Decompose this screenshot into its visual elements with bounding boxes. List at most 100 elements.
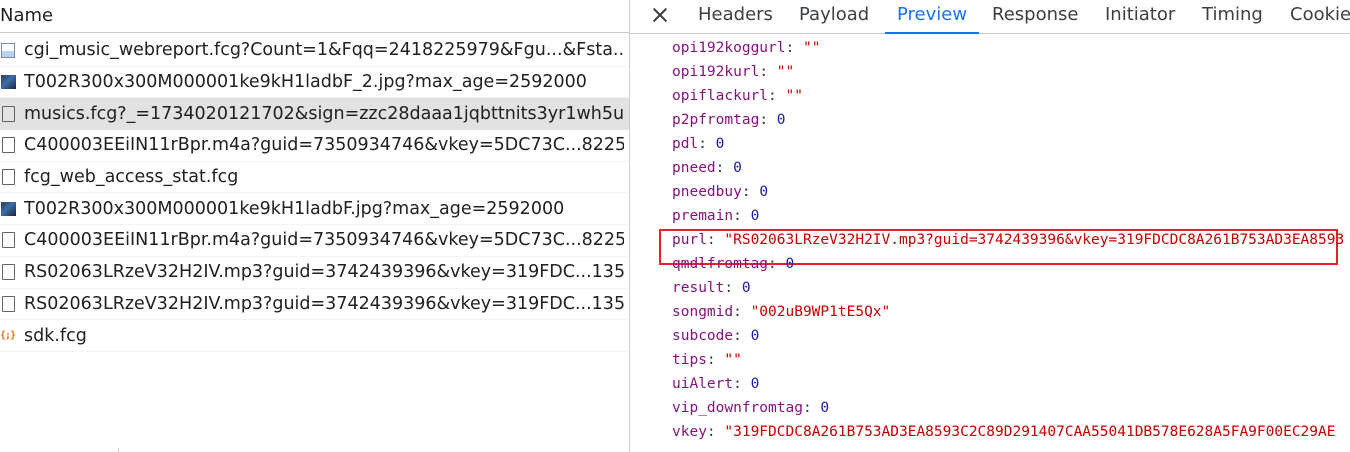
property-key: songmid: [672, 304, 734, 320]
json-property-opi192koggurl[interactable]: opi192koggurl: "": [672, 38, 820, 58]
request-row[interactable]: RS02063LRzeV32H2IV.mp3?guid=3742439396&v…: [0, 257, 629, 289]
request-rows: cgi_music_webreport.fcg?Count=1&Fqq=2418…: [0, 35, 629, 352]
json-property-subcode[interactable]: subcode: 0: [672, 326, 759, 346]
property-value: 0: [741, 280, 751, 296]
name-column-header[interactable]: Name: [0, 0, 629, 33]
request-name: sdk.fcg: [24, 325, 87, 346]
property-value: 0: [750, 376, 760, 392]
json-property-pdl[interactable]: pdl: 0: [672, 134, 724, 154]
property-key: premain: [672, 208, 734, 224]
property-value: 0: [750, 208, 760, 224]
request-row[interactable]: C400003EEiIN11rBpr.m4a?guid=7350934746&v…: [0, 130, 629, 162]
script-icon: {;}: [0, 329, 16, 341]
tab-cookies[interactable]: Cookies: [1290, 0, 1350, 33]
json-property-opiflackurl[interactable]: opiflackurl: "": [672, 86, 803, 106]
property-key: purl: [672, 232, 707, 248]
json-property-opi192kurl[interactable]: opi192kurl: "": [672, 62, 794, 82]
request-row[interactable]: T002R300x300M000001ke9kH1ladbF_2.jpg?max…: [0, 67, 629, 99]
request-detail-pane: Headers Payload Preview Response Initiat…: [630, 0, 1350, 452]
request-name: musics.fcg?_=1734020121702&sign=zzc28daa…: [24, 103, 624, 124]
json-property-songmid[interactable]: songmid: "002uB9WP1tE5Qx": [672, 302, 890, 322]
colon-separator: :: [724, 280, 742, 296]
request-name: RS02063LRzeV32H2IV.mp3?guid=3742439396&v…: [24, 262, 624, 283]
preview-json-tree: opi192koggurl: "" opi192kurl: "" opiflacku…: [630, 36, 1350, 452]
document-icon: [2, 295, 15, 312]
json-property-p2pfromtag[interactable]: p2pfromtag: 0: [672, 110, 786, 130]
property-value: "RS02063LRzeV32H2IV.mp3?guid=3742439396&…: [724, 232, 1345, 248]
request-row[interactable]: fcg_web_access_stat.fcg: [0, 162, 629, 194]
request-name: C400003EEiIN11rBpr.m4a?guid=7350934746&v…: [24, 135, 624, 156]
colon-separator: :: [698, 136, 716, 152]
colon-separator: :: [706, 232, 725, 248]
tab-preview[interactable]: Preview: [884, 0, 980, 34]
property-value: 0: [785, 256, 795, 272]
tab-timing[interactable]: Timing: [1202, 0, 1263, 33]
json-property-result[interactable]: result: 0: [672, 278, 751, 298]
property-value: "": [785, 88, 803, 104]
property-key: vip_downfromtag: [672, 400, 803, 416]
detail-tab-bar: Headers Payload Preview Response Initiat…: [630, 0, 1350, 34]
property-key: pneedbuy: [672, 184, 742, 200]
property-key: result: [672, 280, 725, 296]
property-value: 0: [750, 328, 760, 344]
property-value: 0: [733, 160, 742, 176]
property-key: subcode: [672, 328, 734, 344]
json-property-vkey[interactable]: vkey: "319FDCDC8A261B753AD3EA8593C2C89D2…: [672, 422, 1335, 442]
property-key: uiAlert: [672, 376, 734, 392]
request-name: RS02063LRzeV32H2IV.mp3?guid=3742439396&v…: [24, 293, 624, 314]
request-row[interactable]: C400003EEiIN11rBpr.m4a?guid=7350934746&v…: [0, 225, 629, 257]
colon-separator: :: [715, 160, 734, 176]
colon-separator: :: [768, 256, 786, 272]
request-name: fcg_web_access_stat.fcg: [24, 167, 239, 188]
json-property-qmdlfromtag[interactable]: qmdlfromtag: 0: [672, 254, 794, 274]
colon-separator: :: [768, 88, 786, 104]
tab-headers[interactable]: Headers: [698, 0, 773, 33]
document-icon: [2, 105, 15, 122]
json-property-purl[interactable]: purl: "RS02063LRzeV32H2IV.mp3?guid=37424…: [672, 230, 1344, 250]
request-row[interactable]: musics.fcg?_=1734020121702&sign=zzc28daa…: [0, 98, 629, 131]
image-thumbnail-icon: [1, 201, 16, 216]
request-name: T002R300x300M000001ke9kH1ladbF.jpg?max_a…: [24, 198, 565, 219]
request-row[interactable]: RS02063LRzeV32H2IV.mp3?guid=3742439396&v…: [0, 289, 629, 321]
colon-separator: :: [759, 112, 777, 128]
request-name: cgi_music_webreport.fcg?Count=1&Fqq=2418…: [24, 40, 624, 61]
property-value: "002uB9WP1tE5Qx": [750, 304, 891, 320]
name-column-label: Name: [0, 5, 54, 26]
json-property-pneedbuy[interactable]: pneedbuy: 0: [672, 182, 768, 202]
json-property-tips[interactable]: tips: "": [672, 350, 742, 370]
property-key: p2pfromtag: [672, 112, 760, 128]
document-icon: [2, 137, 15, 154]
property-value: "": [724, 352, 742, 368]
tab-response[interactable]: Response: [992, 0, 1078, 33]
request-row[interactable]: cgi_music_webreport.fcg?Count=1&Fqq=2418…: [0, 35, 629, 67]
property-key: vkey: [672, 424, 707, 440]
colon-separator: :: [706, 352, 725, 368]
property-value: 0: [759, 184, 769, 200]
request-row[interactable]: T002R300x300M000001ke9kH1ladbF.jpg?max_a…: [0, 193, 629, 226]
colon-separator: :: [733, 376, 751, 392]
tab-payload[interactable]: Payload: [799, 0, 869, 33]
image-broken-icon: [1, 42, 15, 58]
property-key: pdl: [672, 136, 699, 152]
close-icon[interactable]: [648, 3, 672, 27]
document-icon: [2, 264, 15, 281]
property-key: tips: [672, 352, 707, 368]
image-thumbnail-icon: [1, 75, 16, 90]
property-value: 0: [776, 112, 786, 128]
colon-separator: :: [785, 40, 803, 56]
tab-initiator[interactable]: Initiator: [1105, 0, 1175, 33]
column-resizer[interactable]: [118, 448, 119, 452]
network-request-list: Name cgi_music_webreport.fcg?Count=1&Fqq…: [0, 0, 629, 452]
json-property-pneed[interactable]: pneed: 0: [672, 158, 742, 178]
json-property-premain[interactable]: premain: 0: [672, 206, 759, 226]
request-row[interactable]: {;} sdk.fcg: [0, 320, 629, 352]
property-key: opi192koggurl: [672, 40, 786, 56]
document-icon: [2, 169, 15, 186]
request-name: T002R300x300M000001ke9kH1ladbF_2.jpg?max…: [24, 72, 587, 93]
json-property-uiAlert[interactable]: uiAlert: 0: [672, 374, 759, 394]
property-key: qmdlfromtag: [672, 256, 769, 272]
property-key: opi192kurl: [672, 64, 760, 80]
colon-separator: :: [759, 64, 777, 80]
colon-separator: :: [741, 184, 760, 200]
json-property-vip_downfromtag[interactable]: vip_downfromtag: 0: [672, 398, 829, 418]
